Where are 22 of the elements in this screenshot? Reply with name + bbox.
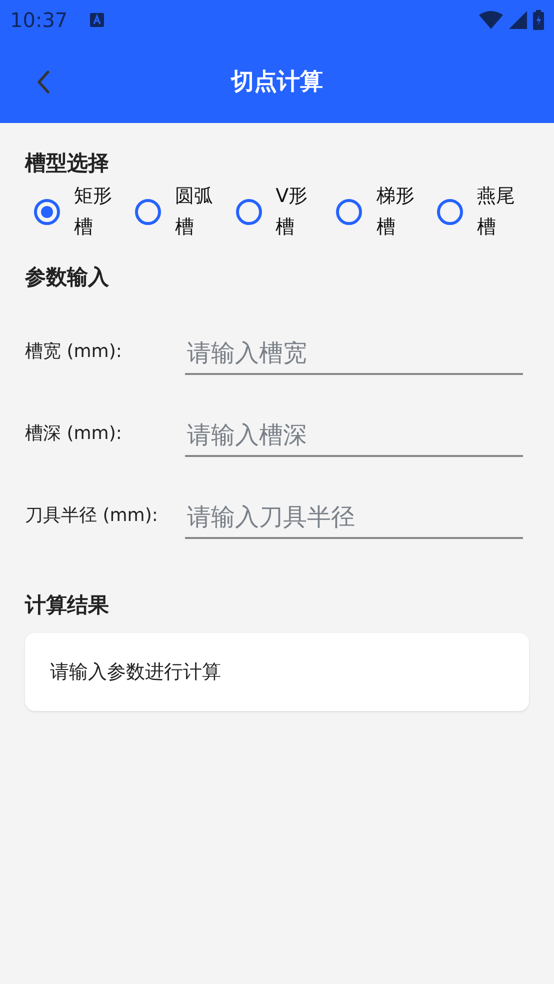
status-time: 10:37 bbox=[10, 8, 68, 32]
input-field[interactable]: 请输入槽深 bbox=[185, 421, 523, 457]
wifi-icon bbox=[479, 11, 503, 29]
field-label: 槽宽 (mm): bbox=[25, 340, 123, 364]
battery-icon bbox=[533, 10, 544, 30]
signal-icon bbox=[509, 11, 527, 29]
input-field[interactable]: 请输入刀具半径 bbox=[185, 503, 523, 539]
screen-title: 切点计算 bbox=[231, 68, 323, 97]
section-title: 计算结果 bbox=[25, 592, 110, 619]
radio-option[interactable]: V形槽 bbox=[226, 181, 328, 243]
notification-icon bbox=[90, 13, 104, 27]
section-title: 参数输入 bbox=[25, 264, 110, 291]
field-label: 刀具半径 (mm): bbox=[25, 504, 159, 528]
field-label: 槽深 (mm): bbox=[25, 422, 123, 446]
result-message: 请输入参数进行计算 bbox=[50, 660, 221, 685]
radio-option[interactable]: 梯形槽 bbox=[327, 181, 428, 243]
input-field[interactable]: 请输入槽宽 bbox=[185, 339, 523, 375]
section-title: 槽型选择 bbox=[25, 150, 110, 177]
radio-option[interactable]: 矩形槽 bbox=[25, 181, 126, 243]
radio-option[interactable]: 燕尾槽 bbox=[428, 181, 529, 243]
back-icon bbox=[36, 70, 50, 94]
radio-option[interactable]: 圆弧槽 bbox=[126, 181, 227, 243]
